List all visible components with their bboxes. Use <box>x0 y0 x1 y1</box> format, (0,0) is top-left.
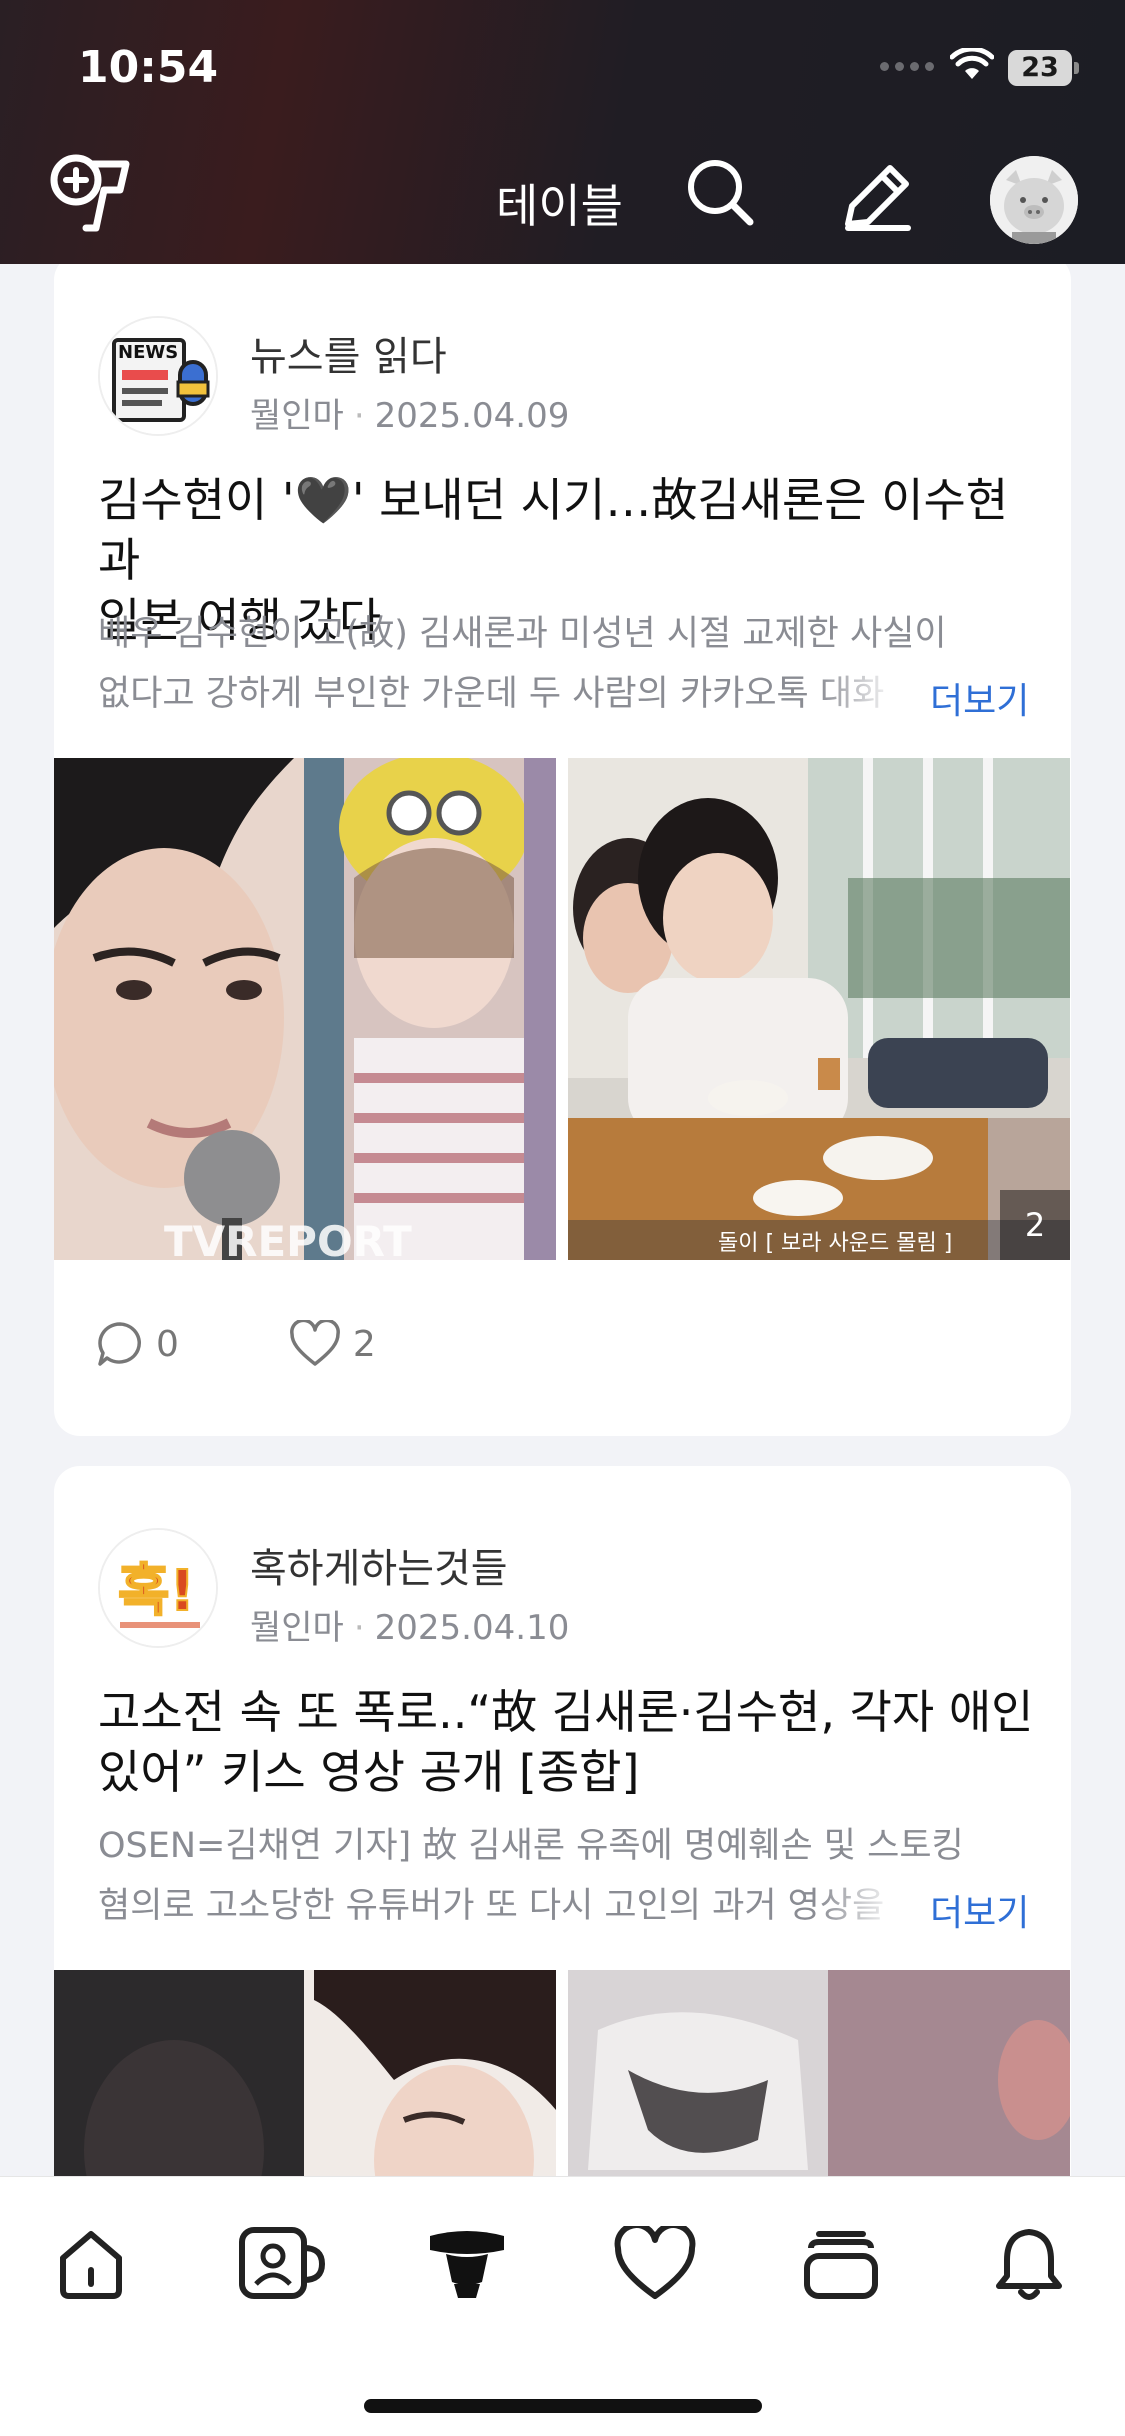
photo-couple-image <box>54 1970 556 2176</box>
tab-home[interactable] <box>46 2219 136 2309</box>
cellular-signal-icon <box>880 62 934 71</box>
heart-icon <box>290 1320 340 1366</box>
excerpt-line: 배우 김수현이 고(故) 김새론과 미성년 시절 교제한 사실이 <box>98 614 947 654</box>
tab-likes[interactable] <box>610 2219 700 2309</box>
avatar-logo-text: 혹! <box>118 1559 195 1624</box>
post-category: 뭘인마 <box>250 1608 344 1648</box>
post-category: 뭘인마 <box>250 396 344 436</box>
home-indicator[interactable] <box>364 2399 762 2413</box>
stack-icon <box>804 2231 878 2299</box>
photo-caption-right: 돌이 [ 보라 사운드 몰림 ] <box>718 1231 952 1256</box>
wifi-icon <box>950 48 994 79</box>
post-meta: 뭘인마 · 2025.04.10 <box>250 1608 570 1648</box>
author-name[interactable]: 혹하게하는것들 <box>250 1536 508 1594</box>
hok-avatar-icon[interactable]: 혹! <box>98 1528 218 1648</box>
profile-avatar[interactable] <box>990 156 1078 244</box>
post-photo[interactable]: TVREPORT <box>54 758 556 1260</box>
post-photo[interactable] <box>54 1970 556 2176</box>
photo-cafe-image: 돌이 [ 보라 사운드 몰림 ] <box>568 758 1070 1260</box>
post-photo[interactable] <box>568 1970 1070 2176</box>
svg-text:NEWS: NEWS <box>118 342 178 363</box>
post-card[interactable]: NEWS 뉴스를 읽다 뭘인마 · 2025.04.09 김수현이 '🖤' 보내던 … <box>54 264 1071 1436</box>
bottom-tab-bar <box>0 2176 1125 2436</box>
profile-card-icon <box>239 2227 326 2299</box>
post-title[interactable]: 고소전 속 또 폭로..“故 김새론·김수현, 각자 애인 있어” 키스 영상 … <box>98 1682 1038 1802</box>
post-card[interactable]: 혹! 혹하게하는것들 뭘인마 · 2025.04.10 고소전 속 또 폭로..“故… <box>54 1466 1071 2176</box>
top-bar: 10:54 23 테이블 <box>0 0 1125 264</box>
pig-avatar-icon <box>990 156 1078 244</box>
table-icon <box>430 2231 504 2298</box>
author-name[interactable]: 뉴스를 읽다 <box>250 324 447 382</box>
post-excerpt[interactable]: OSEN=김채연 기자] 故 김새론 유족에 명예훼손 및 스토킹 혐의로 고소… <box>98 1816 998 1936</box>
table-logo-icon[interactable] <box>46 152 134 238</box>
tab-table[interactable] <box>422 2219 512 2309</box>
post-title-line: 있어” 키스 영상 공개 [종합] <box>98 1745 640 1799</box>
excerpt-line: 없다고 강하게 부인한 가운데 두 사람의 카카오톡 대화 <box>98 674 885 714</box>
photo-caption-left: TVREPORT <box>164 1217 412 1260</box>
more-link[interactable]: 더보기 <box>930 672 1029 724</box>
battery-level: 23 <box>1008 50 1072 86</box>
comment-count: 0 <box>156 1323 179 1365</box>
comment-icon <box>98 1322 141 1366</box>
post-title-line: 고소전 속 또 폭로..“故 김새론·김수현, 각자 애인 <box>98 1685 1034 1739</box>
like-button[interactable]: 2 <box>289 1320 376 1368</box>
tab-stack[interactable] <box>796 2219 886 2309</box>
battery-icon: 23 <box>1008 50 1080 86</box>
post-date: 2025.04.10 <box>374 1608 570 1648</box>
photo-count-badge: 2 <box>1000 1190 1070 1260</box>
news-avatar-icon[interactable]: NEWS <box>98 316 218 436</box>
comment-button[interactable]: 0 <box>96 1320 179 1368</box>
excerpt-line: 혐의로 고소당한 유튜버가 또 다시 고인의 과거 영상을 <box>98 1886 885 1926</box>
feed[interactable]: NEWS 뉴스를 읽다 뭘인마 · 2025.04.09 김수현이 '🖤' 보내던 … <box>0 264 1125 2176</box>
like-count: 2 <box>352 1323 376 1365</box>
post-date: 2025.04.09 <box>374 396 570 436</box>
excerpt-line: OSEN=김채연 기자] 故 김새론 유족에 명예훼손 및 스토킹 <box>98 1826 964 1866</box>
search-icon[interactable] <box>684 156 756 228</box>
tab-profile[interactable] <box>236 2219 326 2309</box>
post-actions: 0 2 <box>96 1320 486 1368</box>
status-time: 10:54 <box>78 42 219 93</box>
pencil-icon[interactable] <box>838 156 918 236</box>
post-photo[interactable]: 돌이 [ 보라 사운드 몰림 ] 2 <box>568 758 1070 1260</box>
header-title[interactable]: 테이블 <box>496 170 623 236</box>
heart-icon <box>614 2226 696 2299</box>
tab-notifications[interactable] <box>984 2219 1074 2309</box>
bell-icon <box>996 2229 1062 2300</box>
post-title-line: 김수현이 '🖤' 보내던 시기…故김새론은 이수현과 <box>98 473 1009 587</box>
post-excerpt[interactable]: 배우 김수현이 고(故) 김새론과 미성년 시절 교제한 사실이 없다고 강하게… <box>98 604 998 724</box>
photo-actor-image: TVREPORT <box>54 758 556 1260</box>
more-link[interactable]: 더보기 <box>930 1884 1029 1936</box>
photo-video-still-image <box>568 1970 1070 2176</box>
home-icon <box>60 2231 122 2299</box>
post-meta: 뭘인마 · 2025.04.09 <box>250 396 570 436</box>
